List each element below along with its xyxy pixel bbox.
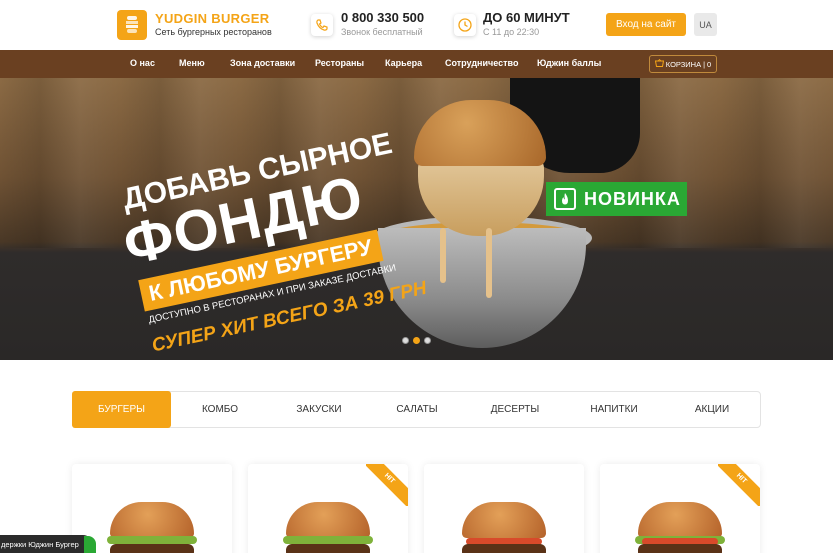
phone-number[interactable]: 0 800 330 500 [341,10,424,25]
tab-salads[interactable]: САЛАТЫ [373,392,461,427]
product-card[interactable] [72,464,232,553]
hit-badge: HIT [366,464,408,506]
cart-count: 0 [707,59,712,69]
nav-item-points[interactable]: Юджин баллы [537,58,601,68]
support-chat-button[interactable]: держки Юджин Бургер [0,535,92,553]
new-badge-label: НОВИНКА [584,188,681,209]
slider-dot[interactable] [424,337,431,344]
language-switch-button[interactable]: UA [694,13,717,36]
nav-item-career[interactable]: Карьера [385,58,422,68]
tab-promotions[interactable]: АКЦИИ [669,392,755,427]
hit-badge: HIT [718,464,760,506]
tab-snacks[interactable]: ЗАКУСКИ [273,392,365,427]
hero-banner[interactable]: ДОБАВЬ СЫРНОЕ ФОНДЮ К ЛЮБОМУ БУРГЕРУ ДОС… [0,78,833,360]
nav-item-delivery-zone[interactable]: Зона доставки [230,58,295,68]
tab-combo[interactable]: КОМБО [177,392,263,427]
tab-drinks[interactable]: НАПИТКИ [567,392,661,427]
login-button[interactable]: Вход на сайт [606,13,686,36]
nav-item-about[interactable]: О нас [130,58,155,68]
cart-separator: | [703,59,706,69]
page: YUDGIN BURGER Сеть бургерных ресторанов … [0,0,833,553]
category-tabs: БУРГЕРЫ КОМБО ЗАКУСКИ САЛАТЫ ДЕСЕРТЫ НАП… [72,391,761,428]
delivery-hours: С 11 до 22:30 [483,27,540,37]
nav-item-cooperation[interactable]: Сотрудничество [445,58,518,68]
logo-icon[interactable] [117,10,147,40]
cheese-drip [486,228,492,298]
product-card[interactable] [424,464,584,553]
support-chat-indicator [84,536,96,553]
flame-icon [554,188,576,210]
main-nav: О нас Меню Зона доставки Рестораны Карье… [0,50,833,78]
nav-item-menu[interactable]: Меню [179,58,205,68]
tab-burgers[interactable]: БУРГЕРЫ [72,391,171,428]
product-card[interactable]: HIT [600,464,760,553]
slider-dots [402,337,431,344]
cart-button[interactable]: КОРЗИНА | 0 [649,55,717,73]
brand-name[interactable]: YUDGIN BURGER [155,11,269,26]
delivery-time: ДО 60 МИНУТ [483,10,570,25]
tab-desserts[interactable]: ДЕСЕРТЫ [469,392,561,427]
clock-icon [454,14,476,36]
new-badge: НОВИНКА [546,182,687,216]
product-card[interactable]: HIT [248,464,408,553]
phone-note: Звонок бесплатный [341,27,423,37]
brand-tagline: Сеть бургерных ресторанов [155,27,272,37]
burger-image [107,502,197,553]
burger-image [283,502,373,553]
basket-icon [654,58,664,69]
cheese-drip [440,228,446,283]
site-header: YUDGIN BURGER Сеть бургерных ресторанов … [0,0,833,50]
phone-icon [311,14,333,36]
cart-label: КОРЗИНА [665,59,702,69]
slider-dot-active[interactable] [413,337,420,344]
nav-item-restaurants[interactable]: Рестораны [315,58,364,68]
burger-image [462,502,546,553]
slider-dot[interactable] [402,337,409,344]
burger-image [635,502,725,553]
